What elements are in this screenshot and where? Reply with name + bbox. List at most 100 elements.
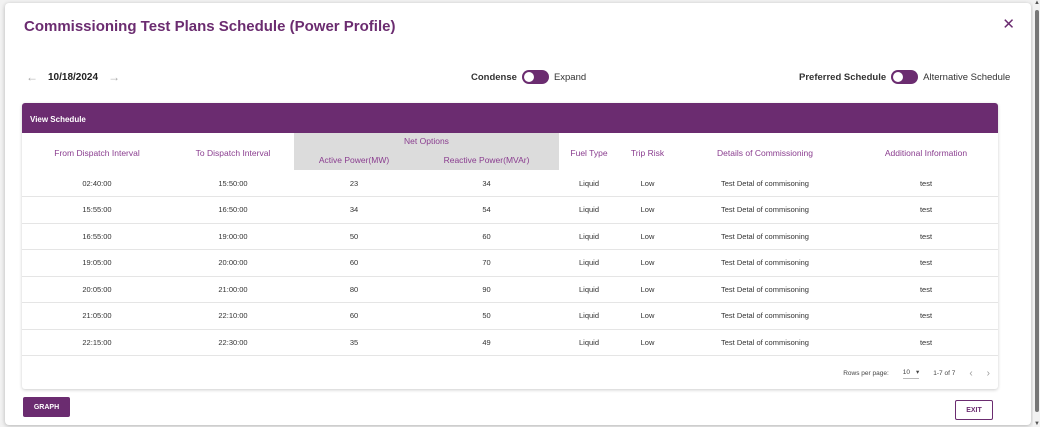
additional-info-cell: test <box>854 223 998 250</box>
details-cell: Test Detal of commisoning <box>676 276 854 303</box>
to-interval-cell: 15:50:00 <box>172 170 294 197</box>
reactive-power-cell: 49 <box>414 329 559 356</box>
active-power-cell: 60 <box>294 249 414 277</box>
reactive-power-cell: 34 <box>414 170 559 197</box>
header-additional-info: Additional Information <box>884 148 968 158</box>
dialog-title: Commissioning Test Plans Schedule (Power… <box>24 18 396 35</box>
header-trip-risk: Trip Risk <box>630 148 665 158</box>
condense-label: Condense <box>471 71 517 83</box>
to-interval-cell: 22:30:00 <box>172 329 294 356</box>
table-row: 20:05:00 21:00:00 80 90 Liquid Low Test Detal … <box>22 276 998 303</box>
switch-knob <box>523 72 534 82</box>
reactive-power-cell: 90 <box>414 276 559 303</box>
details-cell: Test Detal of commisoning <box>676 196 854 224</box>
trip-risk-cell: Low <box>619 223 676 250</box>
table-row: 19:05:00 20:00:00 60 70 Liquid Low Test Detal … <box>22 249 998 277</box>
pagination: Rows per page: 10 ▾ 1-7 of 7 ‹ › <box>843 368 990 379</box>
schedule-card: View Schedule From Dispatch Interval To … <box>22 103 998 389</box>
alternative-schedule-label: Alternative Schedule <box>923 71 1011 83</box>
chevron-down-icon: ▾ <box>916 369 920 376</box>
additional-info-cell: test <box>854 329 998 356</box>
trip-risk-cell: Low <box>619 276 676 303</box>
from-interval-cell: 19:05:00 <box>22 249 172 277</box>
condense-expand-switch[interactable] <box>521 70 549 84</box>
to-interval-cell: 21:00:00 <box>172 276 294 303</box>
schedule-toggle-group: Preferred Schedule Alternative Schedule <box>799 70 1010 84</box>
from-interval-cell: 16:55:00 <box>22 223 172 250</box>
details-cell: Test Detal of commisoning <box>676 170 854 197</box>
header-details: Details of Commissioning <box>717 148 813 158</box>
pagination-range: 1-7 of 7 <box>933 370 956 377</box>
additional-info-cell: test <box>854 170 998 197</box>
rows-per-page-value: 10 <box>902 368 910 376</box>
table-row: 15:55:00 16:50:00 34 54 Liquid Low Test Detal … <box>22 196 998 224</box>
scrollbar-thumb[interactable] <box>1035 10 1039 412</box>
additional-info-cell: test <box>854 196 998 224</box>
fuel-type-cell: Liquid <box>559 302 619 330</box>
table-row: 16:55:00 19:00:00 50 60 Liquid Low Test Detal … <box>22 223 998 250</box>
fuel-type-cell: Liquid <box>559 329 619 356</box>
next-page-icon[interactable]: › <box>987 368 990 379</box>
header-reactive-power: Reactive Power(MVAr) <box>414 150 559 170</box>
graph-button[interactable]: GRAPH <box>23 397 70 417</box>
trip-risk-cell: Low <box>619 302 676 330</box>
to-interval-cell: 16:50:00 <box>172 196 294 224</box>
switch-knob <box>893 72 904 82</box>
additional-info-cell: test <box>854 249 998 277</box>
trip-risk-cell: Low <box>619 170 676 197</box>
scroll-up-icon[interactable]: ▲ <box>1034 0 1040 6</box>
trip-risk-cell: Low <box>619 249 676 277</box>
additional-info-cell: test <box>854 276 998 303</box>
from-interval-cell: 02:40:00 <box>22 170 172 197</box>
reactive-power-cell: 70 <box>414 249 559 277</box>
details-cell: Test Detal of commisoning <box>676 302 854 330</box>
active-power-cell: 60 <box>294 302 414 330</box>
from-interval-cell: 15:55:00 <box>22 196 172 224</box>
trip-risk-cell: Low <box>619 196 676 224</box>
header-from-interval: From Dispatch Interval <box>54 148 140 158</box>
from-interval-cell: 21:05:00 <box>22 302 172 330</box>
active-power-cell: 35 <box>294 329 414 356</box>
details-cell: Test Detal of commisoning <box>676 223 854 250</box>
header-active-power: Active Power(MW) <box>294 150 414 170</box>
prev-page-icon[interactable]: ‹ <box>969 368 972 379</box>
prev-date-icon[interactable]: ← <box>26 70 38 84</box>
fuel-type-cell: Liquid <box>559 223 619 250</box>
close-icon[interactable]: ✕ <box>1002 15 1015 33</box>
table-row: 22:15:00 22:30:00 35 49 Liquid Low Test Detal … <box>22 329 998 356</box>
current-date: 10/18/2024 <box>48 71 99 83</box>
schedule-switch[interactable] <box>891 70 919 84</box>
details-cell: Test Detal of commisoning <box>676 329 854 356</box>
card-header: View Schedule <box>22 103 998 133</box>
fuel-type-cell: Liquid <box>559 249 619 277</box>
next-date-icon[interactable]: → <box>108 70 120 84</box>
active-power-cell: 50 <box>294 223 414 250</box>
active-power-cell: 23 <box>294 170 414 197</box>
preferred-schedule-label: Preferred Schedule <box>799 71 887 83</box>
header-net-options: Net Options <box>294 133 559 150</box>
from-interval-cell: 22:15:00 <box>22 329 172 356</box>
exit-button[interactable]: EXIT <box>955 400 993 420</box>
header-to-interval: To Dispatch Interval <box>195 148 271 158</box>
scroll-down-icon[interactable]: ▼ <box>1034 421 1040 427</box>
to-interval-cell: 20:00:00 <box>172 249 294 277</box>
rows-per-page-label: Rows per page: <box>843 370 889 377</box>
fuel-type-cell: Liquid <box>559 196 619 224</box>
fuel-type-cell: Liquid <box>559 170 619 197</box>
to-interval-cell: 22:10:00 <box>172 302 294 330</box>
active-power-cell: 80 <box>294 276 414 303</box>
rows-per-page-select[interactable]: 10 ▾ <box>902 368 920 379</box>
page-scrollbar[interactable]: ▲ ▼ <box>1033 0 1040 427</box>
header-fuel-type: Fuel Type <box>570 148 608 158</box>
schedule-table: From Dispatch Interval To Dispatch Inter… <box>22 133 998 356</box>
table-row: 02:40:00 15:50:00 23 34 Liquid Low Test Detal … <box>22 170 998 197</box>
reactive-power-cell: 54 <box>414 196 559 224</box>
additional-info-cell: test <box>854 302 998 330</box>
reactive-power-cell: 60 <box>414 223 559 250</box>
details-cell: Test Detal of commisoning <box>676 249 854 277</box>
condense-expand-toggle-group: Condense Expand <box>471 70 586 84</box>
from-interval-cell: 20:05:00 <box>22 276 172 303</box>
reactive-power-cell: 50 <box>414 302 559 330</box>
date-navigator: ← 10/18/2024 → <box>26 70 120 84</box>
table-row: 21:05:00 22:10:00 60 50 Liquid Low Test Detal … <box>22 302 998 330</box>
